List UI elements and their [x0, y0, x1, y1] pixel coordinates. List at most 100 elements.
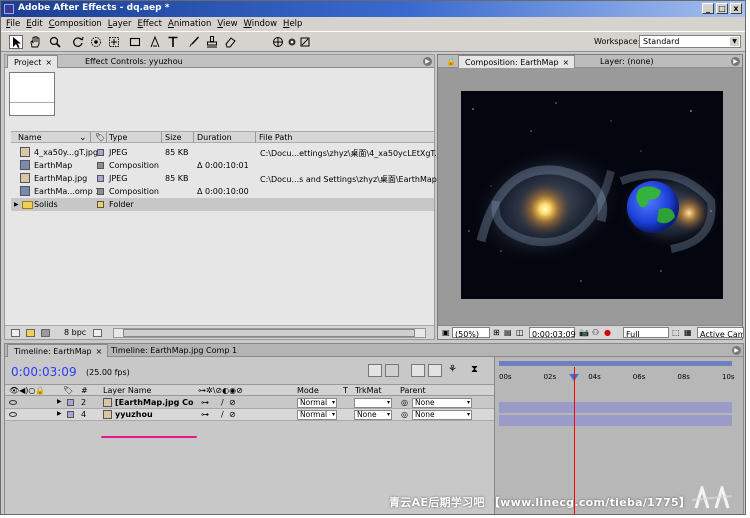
expand-arrow-icon[interactable]: ▶: [57, 398, 62, 405]
project-item-row[interactable]: EarthMap Composition Δ 0:00:10:01: [11, 159, 434, 172]
selection-tool-icon[interactable]: [9, 35, 23, 49]
column-duration[interactable]: Duration: [197, 133, 232, 142]
project-item-row[interactable]: EarthMap.jpg JPEG 85 KB C:\Docu...s and Set…: [11, 172, 439, 185]
rotate-tool-icon[interactable]: [71, 35, 85, 49]
snapshot-icon[interactable]: 📷: [579, 328, 589, 337]
new-folder-icon[interactable]: [26, 329, 35, 337]
layer-name[interactable]: [EarthMap.jpg Co: [115, 398, 193, 407]
region-of-interest-icon[interactable]: ⬚: [672, 328, 680, 337]
new-composition-icon[interactable]: [41, 329, 50, 337]
camera-snapshot-icon[interactable]: ◫: [516, 328, 524, 337]
pan-behind-tool-icon[interactable]: [107, 35, 121, 49]
project-item-row[interactable]: 4_xa50y...gT.jpg JPEG 85 KB C:\Docu...ettin…: [11, 146, 439, 159]
eraser-tool-icon[interactable]: [223, 35, 237, 49]
tab-timeline-earthmap[interactable]: Timeline: EarthMap ×: [7, 344, 109, 357]
layer-parent-select[interactable]: None: [412, 410, 472, 420]
effect-switch-icon[interactable]: ⊘: [229, 410, 236, 419]
pick-whip-icon[interactable]: ◎: [401, 410, 408, 419]
label-swatch[interactable]: [67, 399, 74, 406]
show-snapshot-icon[interactable]: ⚇: [592, 328, 599, 337]
tab-close-icon[interactable]: ×: [563, 58, 570, 67]
column-parent[interactable]: Parent: [400, 386, 426, 395]
tab-effect-controls[interactable]: Effect Controls: yyuzhou: [79, 55, 188, 68]
column-mode[interactable]: Mode: [297, 386, 319, 395]
label-column-icon[interactable]: 🏷: [95, 133, 105, 142]
active-camera-select[interactable]: Active Came: [697, 327, 744, 338]
axis-world-icon[interactable]: [285, 35, 299, 49]
magnification-select[interactable]: (50%): [452, 327, 490, 339]
label-swatch[interactable]: [97, 188, 104, 195]
label-swatch[interactable]: [97, 175, 104, 182]
shy-switch-icon[interactable]: ⊶: [201, 398, 209, 407]
column-file-path[interactable]: File Path: [259, 133, 293, 142]
visibility-eye-icon[interactable]: [9, 412, 17, 417]
project-item-row[interactable]: EarthMa...omp 1 Composition Δ 0:00:10:00: [11, 185, 434, 198]
always-preview-icon[interactable]: ▣: [442, 328, 450, 337]
menu-composition[interactable]: Composition: [47, 17, 106, 31]
grid-icon[interactable]: ⊞: [493, 328, 500, 337]
trash-icon[interactable]: [93, 329, 102, 337]
project-scrollbar[interactable]: [113, 328, 426, 338]
work-area-bar[interactable]: [499, 361, 732, 366]
composition-viewer[interactable]: [461, 91, 723, 299]
visibility-eye-icon[interactable]: [9, 400, 17, 405]
tab-close-icon[interactable]: ×: [45, 58, 52, 67]
layer-name[interactable]: yyuzhou: [115, 410, 153, 419]
current-time-indicator[interactable]: [574, 367, 576, 514]
quality-switch-icon[interactable]: /: [221, 398, 224, 407]
menu-animation[interactable]: Animation: [166, 17, 215, 31]
axis-local-icon[interactable]: [271, 35, 285, 49]
comp-marker-icon[interactable]: [368, 364, 382, 377]
hand-tool-icon[interactable]: [28, 35, 42, 49]
label-swatch[interactable]: [97, 162, 104, 169]
minimize-button[interactable]: _: [702, 3, 714, 14]
panel-menu-icon[interactable]: ▶: [423, 57, 432, 66]
column-size[interactable]: Size: [165, 133, 181, 142]
tab-close-icon[interactable]: ×: [96, 347, 103, 356]
quality-switch-icon[interactable]: /: [221, 410, 224, 419]
resolution-select[interactable]: Full: [623, 327, 669, 339]
layer-trkmat-select[interactable]: [354, 398, 392, 408]
menu-effect[interactable]: Effect: [136, 17, 166, 31]
menu-file[interactable]: File: [4, 17, 24, 31]
rectangle-mask-tool-icon[interactable]: [128, 35, 142, 49]
current-time-display[interactable]: 0:00:03:09: [529, 327, 576, 339]
tab-layer[interactable]: Layer: (none): [594, 55, 659, 68]
column-trkmat[interactable]: TrkMat: [355, 386, 382, 395]
interpret-footage-icon[interactable]: [11, 329, 20, 337]
label-swatch[interactable]: [67, 411, 74, 418]
layer-trkmat-select[interactable]: None: [354, 410, 392, 420]
column-type[interactable]: Type: [109, 133, 127, 142]
pen-tool-icon[interactable]: [148, 35, 162, 49]
text-tool-icon[interactable]: [166, 35, 180, 49]
menu-edit[interactable]: Edit: [24, 17, 46, 31]
clone-stamp-tool-icon[interactable]: [205, 35, 219, 49]
effect-switch-icon[interactable]: ⊘: [229, 398, 236, 407]
brush-tool-icon[interactable]: [187, 35, 201, 49]
label-swatch[interactable]: [97, 201, 104, 208]
time-ruler[interactable]: 00s 02s 04s 06s 08s 10s: [495, 372, 743, 390]
layer-parent-select[interactable]: None: [412, 398, 472, 408]
axis-view-icon[interactable]: [298, 35, 312, 49]
motion-blur-icon[interactable]: ⚘: [448, 364, 462, 377]
column-name[interactable]: Name: [18, 133, 42, 142]
orbit-camera-tool-icon[interactable]: [89, 35, 103, 49]
workspace-select[interactable]: Standard ▼: [639, 35, 741, 48]
channels-icon[interactable]: ●: [604, 328, 611, 337]
layer-duration-bar[interactable]: [499, 402, 732, 413]
menu-help[interactable]: Help: [281, 17, 306, 31]
maximize-button[interactable]: □: [716, 3, 728, 14]
expand-arrow-icon[interactable]: ▶: [57, 410, 62, 417]
pick-whip-icon[interactable]: ◎: [401, 398, 408, 407]
graph-editor-icon[interactable]: ⧗: [471, 364, 485, 377]
live-update-icon[interactable]: [385, 364, 399, 377]
column-layer-name[interactable]: Layer Name: [103, 386, 151, 395]
zoom-tool-icon[interactable]: [48, 35, 62, 49]
menu-view[interactable]: View: [215, 17, 241, 31]
timeline-layer-row[interactable]: ▶ 2 [EarthMap.jpg Co ⊶ / ⊘ Normal ◎ None: [5, 397, 494, 409]
expand-arrow-icon[interactable]: ▶: [14, 201, 19, 208]
close-button[interactable]: x: [730, 3, 742, 14]
menu-window[interactable]: Window: [242, 17, 282, 31]
project-item-row[interactable]: ▶ Solids Folder: [11, 198, 434, 211]
layer-mode-select[interactable]: Normal: [297, 398, 337, 408]
